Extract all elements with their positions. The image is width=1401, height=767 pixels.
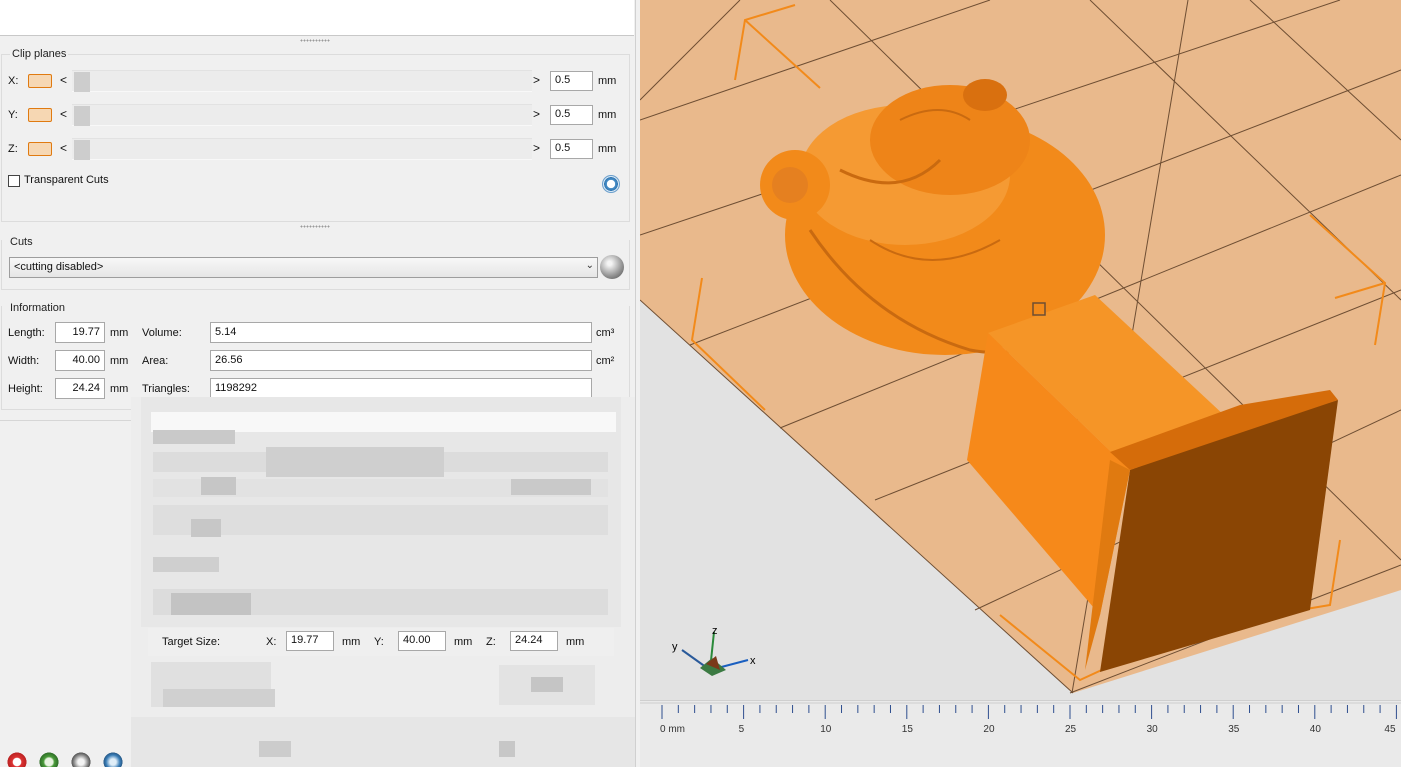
- clip-y-color-swatch[interactable]: [28, 108, 52, 122]
- clip-plane-y-row: Y: < > 0.5 mm: [8, 104, 618, 126]
- area-value: 26.56: [210, 350, 592, 371]
- ruler: 0 mm 5 10 15 20 25 30 35 40 45: [640, 700, 1401, 767]
- triangles-label: Triangles:: [142, 383, 190, 395]
- pixelated-dialog: [131, 397, 635, 767]
- clip-z-increase-arrow[interactable]: >: [533, 141, 540, 155]
- area-unit: cm²: [596, 355, 615, 367]
- splitter-handle[interactable]: [300, 39, 330, 42]
- ruler-label: 10: [820, 724, 832, 735]
- top-panel-area: [0, 0, 634, 36]
- clip-z-label: Z:: [8, 143, 18, 155]
- clip-y-label: Y:: [8, 109, 18, 121]
- ruler-label: 15: [902, 724, 914, 735]
- target-x-input[interactable]: 19.77: [286, 631, 334, 651]
- add-icon[interactable]: [38, 751, 60, 767]
- information-group: Information Length: 19.77 mm Width: 40.0…: [1, 302, 630, 410]
- target-y-input[interactable]: 40.00: [398, 631, 446, 651]
- chevron-down-icon: ⌄: [585, 260, 594, 271]
- transparent-cuts-checkbox[interactable]: [8, 175, 20, 187]
- clip-y-slider[interactable]: [72, 104, 532, 126]
- ruler-label: 20: [983, 724, 995, 735]
- transparent-cuts-label: Transparent Cuts: [24, 174, 109, 186]
- height-label: Height:: [8, 383, 43, 395]
- cuts-title: Cuts: [10, 236, 33, 248]
- target-x-unit: mm: [342, 636, 361, 648]
- clip-x-unit: mm: [598, 75, 617, 87]
- clip-z-decrease-arrow[interactable]: <: [60, 141, 67, 155]
- volume-label: Volume:: [142, 327, 182, 339]
- clip-z-slider[interactable]: [72, 138, 532, 160]
- reset-clip-icon[interactable]: [602, 175, 620, 193]
- clip-z-color-swatch[interactable]: [28, 142, 52, 156]
- clip-planes-title: Clip planes: [10, 48, 69, 60]
- clip-y-decrease-arrow[interactable]: <: [60, 107, 67, 121]
- clip-x-decrease-arrow[interactable]: <: [60, 73, 67, 87]
- ruler-label: 5: [739, 724, 745, 735]
- ruler-label: 30: [1147, 724, 1159, 735]
- cuts-select-value: <cutting disabled>: [14, 261, 104, 273]
- information-title: Information: [10, 302, 66, 314]
- splitter-handle-2[interactable]: [300, 225, 330, 228]
- ruler-label: 40: [1310, 724, 1322, 735]
- clip-x-input[interactable]: 0.5: [550, 71, 593, 91]
- clip-y-unit: mm: [598, 109, 617, 121]
- height-value: 24.24: [55, 378, 105, 399]
- cuts-select[interactable]: <cutting disabled> ⌄: [9, 257, 598, 278]
- target-z-unit: mm: [566, 636, 585, 648]
- info-icon[interactable]: [102, 751, 124, 767]
- ruler-label: 35: [1228, 724, 1240, 735]
- clip-z-unit: mm: [598, 143, 617, 155]
- axis-x-label: x: [750, 655, 756, 667]
- clip-y-input[interactable]: 0.5: [550, 105, 593, 125]
- cut-sphere-icon[interactable]: [600, 255, 624, 279]
- clip-x-label: X:: [8, 75, 19, 87]
- clip-y-slider-thumb[interactable]: [74, 106, 90, 126]
- ruler-label: 0 mm: [660, 724, 685, 735]
- clip-z-input[interactable]: 0.5: [550, 139, 593, 159]
- target-size-label: Target Size:: [162, 636, 221, 648]
- target-y-label: Y:: [374, 636, 384, 648]
- clip-plane-x-row: X: < > 0.5 mm: [8, 70, 618, 92]
- width-value: 40.00: [55, 350, 105, 371]
- clip-z-slider-thumb[interactable]: [74, 140, 90, 160]
- clip-x-color-swatch[interactable]: [28, 74, 52, 88]
- width-label: Width:: [8, 355, 40, 367]
- viewport-scene: x z y: [640, 0, 1401, 700]
- ruler-label: 25: [1065, 724, 1077, 735]
- cuts-group: Cuts <cutting disabled> ⌄: [1, 236, 630, 290]
- clip-planes-group: Clip planes X: < > 0.5 mm Y: < > 0.5 mm: [1, 48, 630, 222]
- width-unit: mm: [110, 355, 129, 367]
- target-x-label: X:: [266, 636, 277, 648]
- axis-y-label: y: [672, 641, 678, 653]
- volume-unit: cm³: [596, 327, 615, 339]
- clip-plane-z-row: Z: < > 0.5 mm: [8, 138, 618, 160]
- tool-icon[interactable]: [70, 751, 92, 767]
- clip-x-increase-arrow[interactable]: >: [533, 73, 540, 87]
- height-unit: mm: [110, 383, 129, 395]
- axis-z-label: z: [712, 625, 718, 637]
- ruler-label: 45: [1384, 724, 1396, 735]
- volume-value: 5.14: [210, 322, 592, 343]
- 3d-viewport[interactable]: x z y: [640, 0, 1401, 700]
- target-size-row: Target Size: X: 19.77 mm Y: 40.00 mm Z: …: [148, 628, 614, 656]
- target-z-label: Z:: [486, 636, 496, 648]
- clip-x-slider[interactable]: [72, 70, 532, 92]
- length-unit: mm: [110, 327, 129, 339]
- target-z-input[interactable]: 24.24: [510, 631, 558, 651]
- clip-x-slider-thumb[interactable]: [74, 72, 90, 92]
- settings-gear-icon[interactable]: [6, 751, 28, 767]
- target-y-unit: mm: [454, 636, 473, 648]
- length-value: 19.77: [55, 322, 105, 343]
- area-label: Area:: [142, 355, 169, 367]
- triangles-value: 1198292: [210, 378, 592, 399]
- clip-y-increase-arrow[interactable]: >: [533, 107, 540, 121]
- length-label: Length:: [8, 327, 45, 339]
